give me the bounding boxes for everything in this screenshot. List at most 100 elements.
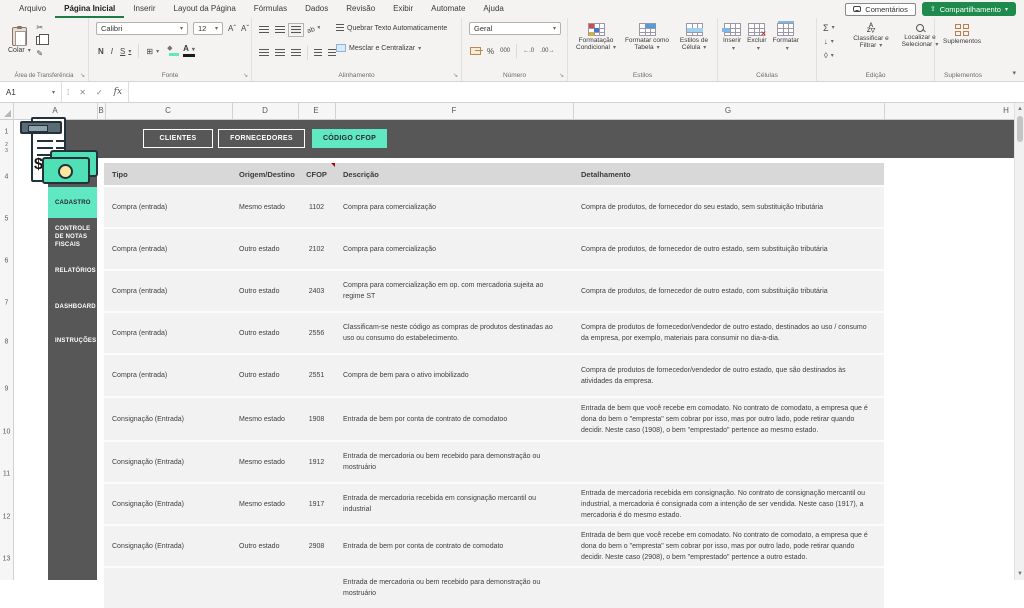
conditional-formatting-button[interactable]: Formatação Condicional [572,23,620,52]
scrollbar-thumb[interactable] [1017,116,1023,142]
merge-center-button[interactable]: Mesclar e Centralizar [336,44,421,52]
column-header-e[interactable]: E [313,106,318,115]
insert-cells-button[interactable]: Inserir [723,23,741,53]
cell-cfop[interactable]: 2908 [298,526,335,566]
bold-button[interactable]: N [98,46,104,57]
cell-detalhamento[interactable]: Compra de produtos, de fornecedor de out… [573,271,884,311]
clipboard-dialog-launcher[interactable]: ↘ [80,72,85,79]
cell-descricao[interactable]: Entrada de mercadoria ou bem recebido pa… [335,442,573,482]
cell-origem[interactable]: Outro estado [232,355,298,396]
row-header-10[interactable]: 10 [0,429,13,436]
cell-origem[interactable] [232,568,298,608]
cell-origem[interactable]: Outro estado [232,526,298,566]
cancel-icon[interactable]: ✕ [74,88,91,97]
name-box[interactable]: A1 ▾ [0,82,62,102]
autosum-icon[interactable]: Σ [823,22,835,33]
cell-detalhamento[interactable] [573,568,884,608]
clear-icon[interactable]: ◊ [823,50,835,61]
row-header-11[interactable]: 11 [0,471,13,478]
increase-decimal-icon[interactable]: ←.0 [523,48,534,54]
header-descricao[interactable]: Descrição [335,170,573,179]
increase-indent-icon[interactable] [328,49,336,57]
insert-function-icon[interactable]: fx [108,87,128,97]
number-format-select[interactable]: Geral [469,22,561,35]
header-cfop[interactable]: CFOP [298,163,335,185]
decrease-decimal-icon[interactable]: .00→ [540,48,554,54]
cell-tipo[interactable]: Consignação (Entrada) [104,484,232,524]
cell-cfop[interactable] [298,568,335,608]
accounting-format-icon[interactable] [470,47,481,55]
align-center-icon[interactable] [275,49,285,57]
row-header-4[interactable]: 4 [0,174,13,181]
menu-tab-formulas[interactable]: Fórmulas [245,0,296,18]
cell-tipo[interactable]: Compra (entrada) [104,313,232,353]
row-header-9[interactable]: 9 [0,386,13,393]
align-top-icon[interactable] [259,26,269,34]
cell-tipo[interactable]: Compra (entrada) [104,187,232,227]
menu-tab-pagina-inicial[interactable]: Página Inicial [55,0,124,18]
font-dialog-launcher[interactable]: ↘ [243,72,248,79]
copy-icon[interactable] [36,36,44,45]
cell-descricao[interactable]: Entrada de mercadoria recebida em consig… [335,484,573,524]
row-header-6[interactable]: 6 [0,258,13,265]
percent-style-button[interactable]: % [487,46,494,57]
nav-button-codigo-cfop[interactable]: CÓDIGO CFOP [312,129,387,148]
cell-tipo[interactable]: Consignação (Entrada) [104,442,232,482]
row-header-12[interactable]: 12 [0,514,13,521]
fill-icon[interactable]: ↓ [823,36,835,47]
font-size-select[interactable]: 12 [193,22,223,35]
cell-origem[interactable]: Outro estado [232,313,298,353]
cell-descricao[interactable]: Entrada de mercadoria ou bem recebido pa… [335,568,573,608]
borders-button[interactable]: ⊞ [146,46,159,57]
menu-tab-arquivo[interactable]: Arquivo [10,0,55,18]
delete-cells-button[interactable]: Excluir [747,23,767,53]
cell-tipo[interactable] [104,568,232,608]
select-all-corner[interactable] [0,103,14,120]
cell-tipo[interactable]: Consignação (Entrada) [104,398,232,440]
menu-tab-ajuda[interactable]: Ajuda [474,0,512,18]
addins-button[interactable]: Suplementos [943,24,981,45]
grow-font-icon[interactable]: Aˆ [228,23,236,34]
menu-tab-automate[interactable]: Automate [422,0,474,18]
cell-detalhamento[interactable]: Compra de produtos de fornecedor/vendedo… [573,313,884,353]
row-header-5[interactable]: 5 [0,216,13,223]
align-middle-icon[interactable] [275,26,285,34]
sidebar-item-relatorios[interactable]: RELATÓRIOS [48,264,97,278]
formula-input[interactable] [128,82,1024,102]
format-as-table-button[interactable]: Formatar como Tabela [624,23,670,52]
cell-tipo[interactable]: Compra (entrada) [104,355,232,396]
column-header-c[interactable]: C [165,106,171,115]
column-header-b[interactable]: B [98,106,103,115]
number-dialog-launcher[interactable]: ↘ [559,72,564,79]
column-header-f[interactable]: F [452,106,457,115]
header-tipo[interactable]: Tipo [104,170,232,179]
cell-origem[interactable]: Outro estado [232,229,298,269]
cell-descricao[interactable]: Entrada de bem por conta de contrato de … [335,526,573,566]
cell-descricao[interactable]: Entrada de bem por conta de contrato de … [335,398,573,440]
column-header-g[interactable]: G [725,106,731,115]
align-right-icon[interactable] [291,49,301,57]
cut-icon[interactable]: ✂ [36,22,44,33]
sidebar-item-controle-notas[interactable]: CONTROLE DE NOTAS FISCAIS [48,226,97,248]
column-header-d[interactable]: D [262,106,268,115]
cell-cfop[interactable]: 1102 [298,187,335,227]
share-button[interactable]: ⇧ Compartilhamento ▾ [922,2,1016,16]
cell-descricao[interactable]: Classificam-se neste código as compras d… [335,313,573,353]
cell-tipo[interactable]: Compra (entrada) [104,229,232,269]
cell-detalhamento[interactable]: Compra de produtos, de fornecedor de out… [573,229,884,269]
align-left-icon[interactable] [259,49,269,57]
orientation-icon[interactable]: ab [306,22,323,37]
shrink-font-icon[interactable]: Aˇ [241,23,249,34]
cell-cfop[interactable]: 2551 [298,355,335,396]
sort-filter-button[interactable]: AZ▽ Classificar e Filtrar [851,24,891,50]
underline-button[interactable]: S [120,46,131,57]
row-header-1[interactable]: 1 [0,129,13,136]
paste-button[interactable]: Colar [8,27,31,54]
italic-button[interactable]: I [111,46,113,57]
cell-styles-button[interactable]: Estilos de Célula [674,23,714,52]
comma-style-button[interactable]: 000 [500,48,510,54]
align-bottom-icon[interactable] [291,26,301,34]
cell-descricao[interactable]: Compra para comercialização em op. com m… [335,271,573,311]
comments-button[interactable]: Comentários [845,3,916,16]
format-painter-icon[interactable]: ✎ [36,48,44,59]
